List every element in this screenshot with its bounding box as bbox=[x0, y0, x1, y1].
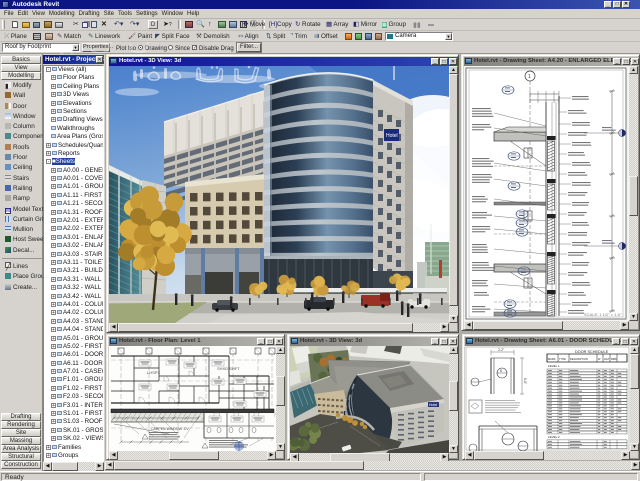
svg-text:SHXD SHFT: SHXD SHFT bbox=[217, 366, 240, 371]
svg-text:MARK: MARK bbox=[548, 357, 556, 361]
svg-text:CARPEN WINDOW .CV: CARPEN WINDOW .CV bbox=[151, 427, 189, 431]
svg-text:LHSPX: LHSPX bbox=[147, 370, 160, 375]
svg-text:8: 8 bbox=[500, 369, 502, 373]
svg-text:1: 1 bbox=[528, 74, 531, 80]
svg-text:LEVEL 2: LEVEL 2 bbox=[548, 435, 560, 439]
svg-text:SCALE: 1 1/2" = 1-0": SCALE: 1 1/2" = 1-0" bbox=[584, 312, 622, 317]
svg-text:HGT: HGT bbox=[604, 357, 610, 361]
svg-text:6-8": 6-8" bbox=[523, 378, 527, 385]
svg-text:LEVEL 1: LEVEL 1 bbox=[548, 364, 560, 368]
svg-text:Hotel: Hotel bbox=[386, 133, 398, 139]
svg-text:TYPE: TYPE bbox=[559, 357, 566, 361]
svg-text:DOOR SCHEDULE: DOOR SCHEDULE bbox=[575, 350, 609, 354]
svg-text:2-2": 2-2" bbox=[498, 348, 505, 352]
svg-text:RMK: RMK bbox=[611, 357, 617, 361]
svg-text:DESCRIPTION: DESCRIPTION bbox=[570, 357, 588, 361]
svg-text:Hotel: Hotel bbox=[429, 403, 437, 407]
